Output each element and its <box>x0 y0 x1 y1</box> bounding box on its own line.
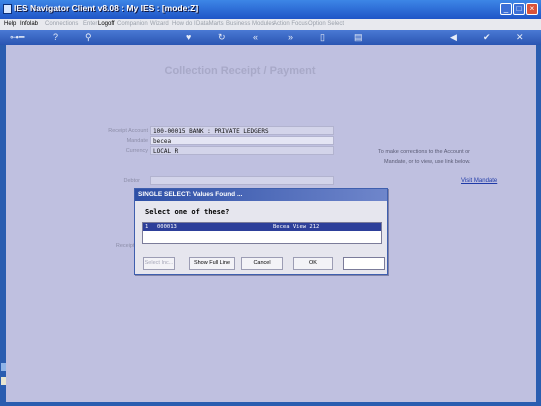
title-bar: IES Navigator Client v8.08 : My IES : [m… <box>0 0 541 19</box>
menu-help[interactable]: Help <box>4 21 16 27</box>
forward-icon[interactable]: » <box>288 32 293 43</box>
refresh-icon[interactable]: ↻ <box>218 32 226 43</box>
row-code: 000013 <box>157 224 177 230</box>
receipt-account-label: Receipt Account <box>108 128 148 134</box>
select-inc-button[interactable]: Select Inc... <box>143 257 175 270</box>
menu-action-focus[interactable]: Action Focus <box>273 21 308 27</box>
bottom-border <box>0 402 541 406</box>
window-title: IES Navigator Client v8.08 : My IES : [m… <box>14 3 199 13</box>
currency-label: Currency <box>125 148 148 154</box>
menu-wizard[interactable]: Wizard <box>150 21 169 27</box>
show-full-line-button[interactable]: Show Full Line <box>189 257 235 270</box>
app-window: IES Navigator Client v8.08 : My IES : [m… <box>0 0 541 406</box>
minimize-icon[interactable]: _ <box>500 3 512 15</box>
menu-bar: Help Infolab Connections Enter Logoff Co… <box>0 19 541 30</box>
toolbar: ⊶━ ? ⚲ ♥ ↻ « » ▯ ▤ ◀ ✔ ✕ <box>0 30 541 45</box>
dialog-title: SINGLE SELECT: Values Found ... <box>135 189 387 201</box>
list-item[interactable]: 1 000013 Becea View 212 <box>143 223 381 231</box>
menu-option-select[interactable]: Option Select <box>308 21 344 27</box>
debtor-field[interactable] <box>150 176 334 185</box>
menu-logoff[interactable]: Logoff <box>98 21 115 27</box>
menu-infolab[interactable]: Infolab <box>20 21 38 27</box>
cancel-icon[interactable]: ✕ <box>516 32 524 43</box>
maximize-icon[interactable]: □ <box>513 3 525 15</box>
menu-datamarts[interactable]: DataMarts <box>196 21 224 27</box>
row-name: Becea View 212 <box>273 224 320 230</box>
menu-business-modules[interactable]: Business Modules <box>226 21 275 27</box>
rewind-icon[interactable]: « <box>253 32 258 43</box>
row-index: 1 <box>145 224 149 230</box>
right-border <box>536 45 541 406</box>
back-icon[interactable]: ◀ <box>450 32 457 43</box>
currency-field[interactable]: LOCAL R <box>150 146 334 155</box>
values-list[interactable]: 1 000013 Becea View 212 <box>142 222 382 244</box>
debtor-label: Debtor <box>123 178 140 184</box>
menu-how-do-i[interactable]: How do I <box>172 21 196 27</box>
hint-line-2: Mandate, or to view, use link below. <box>384 159 471 165</box>
mandate-field[interactable]: becea <box>150 136 334 145</box>
check-icon[interactable]: ✔ <box>483 32 491 43</box>
ok-button[interactable]: OK <box>293 257 333 270</box>
menu-connections[interactable]: Connections <box>45 21 78 27</box>
mandate-label: Mandate <box>126 138 148 144</box>
document-icon[interactable]: ▯ <box>320 32 325 43</box>
cancel-button[interactable]: Cancel <box>241 257 283 270</box>
heart-icon[interactable]: ♥ <box>186 32 191 43</box>
key-icon[interactable]: ⊶━ <box>10 32 24 43</box>
visit-mandate-link[interactable]: Visit Mandate <box>461 178 497 184</box>
print-icon[interactable]: ▤ <box>354 32 363 43</box>
page-title: Collection Receipt / Payment <box>164 65 316 77</box>
hint-line-1: To make corrections to the Account or <box>378 149 471 155</box>
dialog-prompt: Select one of these? <box>145 208 230 216</box>
help-icon[interactable]: ? <box>53 32 58 43</box>
app-icon <box>3 4 12 14</box>
quick-entry-input[interactable] <box>343 257 385 270</box>
select-dialog: SINGLE SELECT: Values Found ... Select o… <box>134 188 388 275</box>
menu-companion[interactable]: Companion <box>117 21 148 27</box>
close-icon[interactable]: × <box>526 3 538 15</box>
menu-enter[interactable]: Enter <box>83 21 97 27</box>
receipt-account-field[interactable]: 100-00015 BANK : PRIVATE LEDGERS <box>150 126 334 135</box>
search-icon[interactable]: ⚲ <box>85 32 92 43</box>
